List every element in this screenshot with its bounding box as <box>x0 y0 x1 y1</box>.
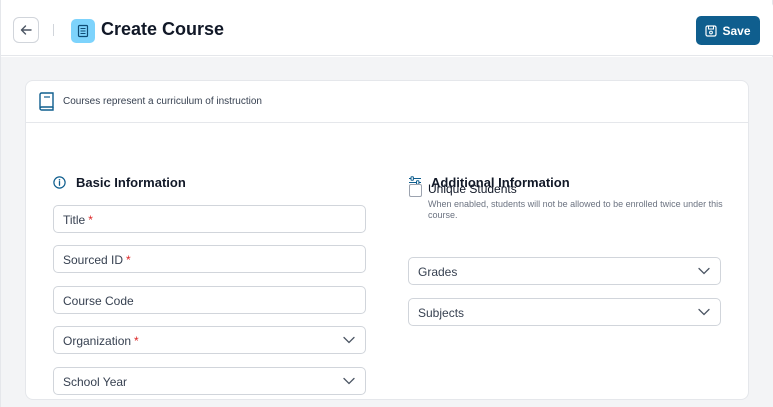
required-marker: * <box>134 334 139 348</box>
subjects-select-label: Subjects <box>418 306 465 320</box>
info-icon <box>53 176 66 189</box>
card-description: Courses represent a curriculum of instru… <box>63 96 262 107</box>
book-icon <box>39 92 54 111</box>
chevron-down-icon <box>698 308 710 316</box>
course-doc-icon <box>71 19 95 43</box>
school-year-select-label: School Year <box>63 375 128 389</box>
header-divider <box>53 24 54 36</box>
chevron-down-icon <box>343 377 355 385</box>
sourced-id-field[interactable]: Sourced ID * <box>53 245 366 273</box>
chevron-down-icon <box>698 267 710 275</box>
page-header: Create Course Save <box>1 0 773 56</box>
back-button[interactable] <box>13 17 39 43</box>
course-form-card: Courses represent a curriculum of instru… <box>25 80 749 400</box>
subjects-select[interactable]: Subjects <box>408 298 721 326</box>
app-window: Create Course Save Courses represent a c… <box>0 0 773 407</box>
save-button-label: Save <box>722 23 751 38</box>
card-description-row: Courses represent a curriculum of instru… <box>26 81 748 123</box>
unique-students-help-text: When enabled, students will not be allow… <box>428 199 723 220</box>
required-marker: * <box>88 213 93 227</box>
arrow-left-icon <box>20 25 32 35</box>
unique-students-label: Unique Students <box>428 182 517 196</box>
unique-students-checkbox[interactable] <box>409 184 422 197</box>
title-field-label: Title <box>63 213 86 227</box>
basic-info-title: Basic Information <box>76 175 186 190</box>
grades-select[interactable]: Grades <box>408 257 721 285</box>
required-marker: * <box>126 253 131 267</box>
sourced-id-field-label: Sourced ID <box>63 253 124 267</box>
chevron-down-icon <box>343 336 355 344</box>
page-title: Create Course <box>101 19 225 39</box>
grades-select-label: Grades <box>418 265 458 279</box>
course-code-field[interactable]: Course Code <box>53 286 366 314</box>
title-field[interactable]: Title * <box>53 205 366 233</box>
page-content: Courses represent a curriculum of instru… <box>1 57 773 407</box>
organization-select[interactable]: Organization * <box>53 326 366 354</box>
save-icon <box>705 24 718 37</box>
course-code-field-label: Course Code <box>63 294 134 308</box>
school-year-select[interactable]: School Year <box>53 367 366 395</box>
save-button[interactable]: Save <box>696 16 760 45</box>
organization-select-label: Organization <box>63 334 132 348</box>
